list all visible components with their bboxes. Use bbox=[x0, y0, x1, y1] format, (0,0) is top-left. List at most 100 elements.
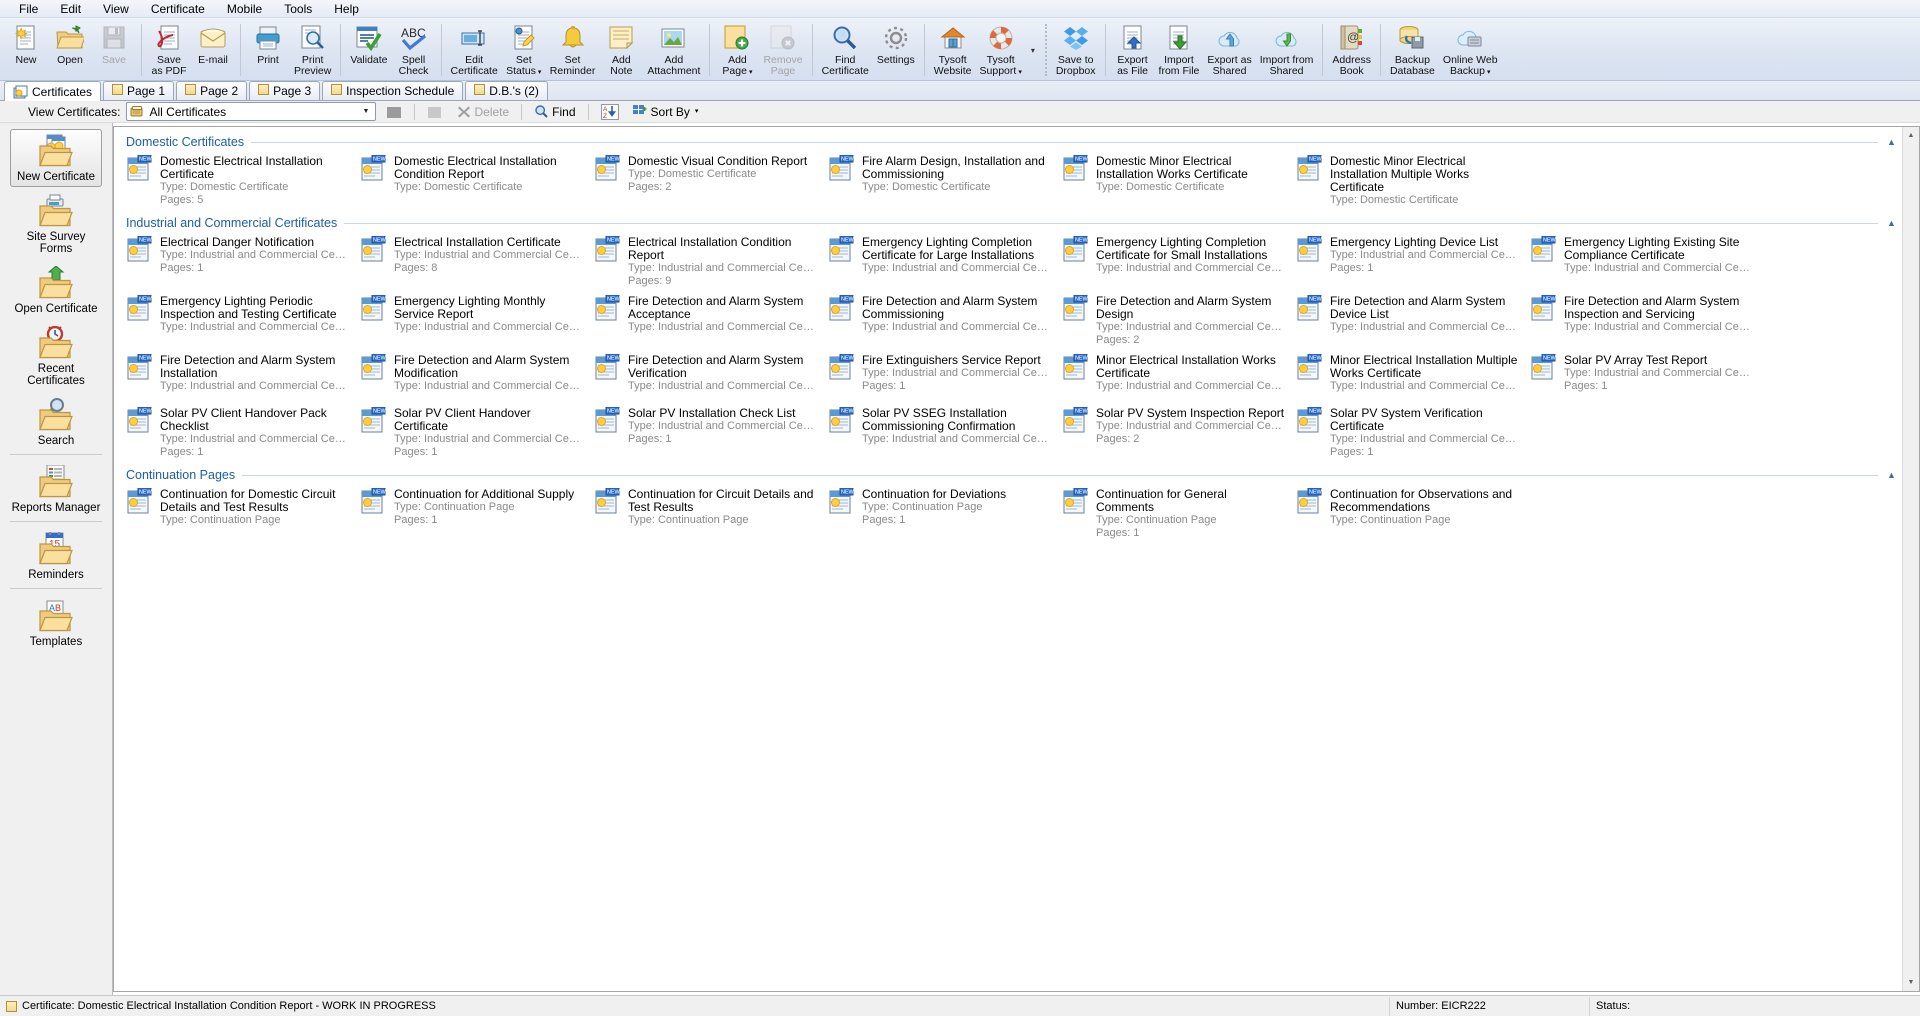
chevron-down-icon[interactable]: ▼ bbox=[358, 104, 373, 119]
toolbar-button-new[interactable]: New bbox=[4, 20, 48, 80]
chevron-down-icon[interactable]: ▾ bbox=[538, 69, 542, 76]
sidebar-item-search[interactable]: Search bbox=[10, 393, 102, 451]
toolbar-button-set-reminder[interactable]: Set Reminder bbox=[546, 20, 600, 80]
toolbar-button-export-as-file[interactable]: Export as File bbox=[1111, 20, 1155, 80]
chevron-down-icon[interactable]: ▾ bbox=[1487, 69, 1491, 76]
menu-item-help[interactable]: Help bbox=[323, 0, 370, 18]
toolbar-button-find-certificate[interactable]: Find Certificate bbox=[818, 20, 873, 80]
open-folder-button[interactable] bbox=[423, 102, 447, 122]
certificate-item[interactable]: NEW Fire Detection and Alarm System Accep… bbox=[588, 291, 822, 350]
toolbar-button-tysoft-website[interactable]: Tysoft Website bbox=[930, 20, 976, 80]
tab-page-1[interactable]: Page 1 bbox=[103, 81, 175, 100]
certificate-item[interactable]: NEW Continuation for Observations and Rec… bbox=[1290, 484, 1524, 543]
toolbar-button-open[interactable]: Open bbox=[48, 20, 92, 80]
new-folder-button[interactable] bbox=[382, 102, 406, 122]
toolbar-button-spell-check[interactable]: ABC Spell Check bbox=[392, 20, 436, 80]
certificate-item[interactable]: NEW Continuation for Circuit Details and … bbox=[588, 484, 822, 543]
certificate-item[interactable]: NEW Fire Detection and Alarm System Commi… bbox=[822, 291, 1056, 350]
toolbar-button-export-as-shared[interactable]: Export as Shared bbox=[1203, 20, 1255, 80]
scroll-down-button[interactable]: ▼ bbox=[1902, 974, 1919, 991]
certificate-item[interactable]: NEW Electrical Danger Notification Type: I… bbox=[120, 232, 354, 291]
tab-page-3[interactable]: Page 3 bbox=[249, 81, 321, 100]
toolbar-overflow-caret[interactable]: ▾ bbox=[1026, 20, 1040, 80]
certificate-item[interactable]: NEW Electrical Installation Condition Rep… bbox=[588, 232, 822, 291]
toolbar-button-import-from-shared[interactable]: Import from Shared bbox=[1256, 20, 1318, 80]
vertical-scrollbar[interactable]: ▲ ▼ bbox=[1902, 127, 1919, 991]
certificate-item[interactable]: NEW Solar PV Client Handover Certificate T… bbox=[354, 403, 588, 462]
certificate-item[interactable]: NEW Solar PV Installation Check List Type:… bbox=[588, 403, 822, 462]
menu-item-view[interactable]: View bbox=[92, 0, 140, 18]
certificate-item[interactable]: NEW Minor Electrical Installation Works C… bbox=[1056, 350, 1290, 403]
scroll-track[interactable] bbox=[1902, 144, 1919, 974]
toolbar-button-add-page[interactable]: Add Page ▾ bbox=[715, 20, 759, 80]
toolbar-button-add-note[interactable]: Add Note bbox=[599, 20, 643, 80]
certificate-item[interactable]: NEW Fire Detection and Alarm System Devic… bbox=[1290, 291, 1524, 350]
certificate-item[interactable]: NEW Solar PV Array Test Report Type: Indus… bbox=[1524, 350, 1758, 403]
certificate-item[interactable]: NEW Continuation for Additional Supply Typ… bbox=[354, 484, 588, 543]
toolbar-button-add-attachment[interactable]: Add Attachment bbox=[643, 20, 704, 80]
toolbar-button-tysoft-support[interactable]: Tysoft Support ▾ bbox=[976, 20, 1026, 80]
certificate-item[interactable]: NEW Domestic Visual Condition Report Type:… bbox=[588, 151, 822, 210]
menu-item-certificate[interactable]: Certificate bbox=[140, 0, 216, 18]
view-certificates-combo[interactable]: All Certificates ▼ bbox=[126, 102, 377, 121]
certificate-item[interactable]: NEW Emergency Lighting Completion Certifi… bbox=[1056, 232, 1290, 291]
certificate-item[interactable]: NEW Fire Detection and Alarm System Modif… bbox=[354, 350, 588, 403]
toolbar-button-edit-certificate[interactable]: Edit Certificate bbox=[447, 20, 502, 80]
toolbar-button-import-from-file[interactable]: Import from File bbox=[1155, 20, 1204, 80]
toolbar-button-print-preview[interactable]: Print Preview bbox=[290, 20, 335, 80]
tab-page-2[interactable]: Page 2 bbox=[176, 81, 248, 100]
delete-button[interactable]: Delete bbox=[453, 102, 513, 122]
toolbar-button-settings[interactable]: Settings bbox=[873, 20, 919, 80]
certificate-item[interactable]: NEW Solar PV System Inspection Report Type… bbox=[1056, 403, 1290, 462]
certificate-item[interactable]: NEW Domestic Minor Electrical Installatio… bbox=[1056, 151, 1290, 210]
certificate-item[interactable]: NEW Emergency Lighting Existing Site Comp… bbox=[1524, 232, 1758, 291]
certificate-item[interactable]: NEW Fire Detection and Alarm System Desig… bbox=[1056, 291, 1290, 350]
chevron-down-icon[interactable]: ▾ bbox=[749, 69, 753, 76]
menu-item-file[interactable]: File bbox=[8, 0, 49, 18]
certificate-item[interactable]: NEW Domestic Minor Electrical Installatio… bbox=[1290, 151, 1524, 210]
sidebar-item-templates[interactable]: A B Templates bbox=[10, 594, 102, 652]
sidebar-item-reminders[interactable]: 15 Reminders bbox=[10, 527, 102, 585]
sidebar-item-new-certificate[interactable]: New Certificate bbox=[10, 129, 102, 187]
menu-item-mobile[interactable]: Mobile bbox=[216, 0, 273, 18]
sidebar-item-recent-certificates[interactable]: Recent Certificates bbox=[10, 321, 102, 391]
tab-d-b-s-2-[interactable]: D.B.'s (2) bbox=[465, 81, 548, 100]
certificate-item[interactable]: NEW Fire Alarm Design, Installation and C… bbox=[822, 151, 1056, 210]
group-collapse-icon[interactable]: ▲ bbox=[1885, 217, 1898, 230]
toolbar-button-address-book[interactable]: @ Address Book bbox=[1328, 20, 1375, 80]
certificate-item[interactable]: NEW Fire Detection and Alarm System Verif… bbox=[588, 350, 822, 403]
certificate-item[interactable]: NEW Minor Electrical Installation Multipl… bbox=[1290, 350, 1524, 403]
certificate-item[interactable]: NEW Fire Detection and Alarm System Insta… bbox=[120, 350, 354, 403]
tab-inspection-schedule[interactable]: Inspection Schedule bbox=[322, 81, 464, 100]
certificate-item[interactable]: NEW Solar PV SSEG Installation Commission… bbox=[822, 403, 1056, 462]
toolbar-button-e-mail[interactable]: E-mail bbox=[191, 20, 235, 80]
tab-certificates[interactable]: Certificates bbox=[4, 81, 102, 101]
group-collapse-icon[interactable]: ▲ bbox=[1885, 469, 1898, 482]
certificate-item[interactable]: NEW Continuation for Domestic Circuit Det… bbox=[120, 484, 354, 543]
certificate-item[interactable]: NEW Solar PV Client Handover Pack Checkli… bbox=[120, 403, 354, 462]
toolbar-button-set-status[interactable]: Set Status ▾ bbox=[502, 20, 546, 80]
certificate-item[interactable]: NEW Solar PV System Verification Certific… bbox=[1290, 403, 1524, 462]
sort-by-button[interactable]: Sort By ▾ bbox=[629, 102, 703, 122]
certificate-item[interactable]: NEW Emergency Lighting Device List Type: I… bbox=[1290, 232, 1524, 291]
certificate-item[interactable]: NEW Emergency Lighting Completion Certifi… bbox=[822, 232, 1056, 291]
certificate-item[interactable]: NEW Fire Detection and Alarm System Inspe… bbox=[1524, 291, 1758, 350]
menu-item-tools[interactable]: Tools bbox=[273, 0, 323, 18]
toolbar-button-print[interactable]: Print bbox=[246, 20, 290, 80]
toolbar-button-save-to-dropbox[interactable]: Save to Dropbox bbox=[1052, 20, 1100, 80]
group-collapse-icon[interactable]: ▲ bbox=[1885, 136, 1898, 149]
sidebar-item-site-survey-forms[interactable]: Site Survey Forms bbox=[10, 189, 102, 259]
certificate-item[interactable]: NEW Fire Extinguishers Service Report Type… bbox=[822, 350, 1056, 403]
toolbar-button-backup-database[interactable]: Backup Database bbox=[1386, 20, 1439, 80]
certificate-item[interactable]: NEW Continuation for General Comments Type… bbox=[1056, 484, 1290, 543]
sidebar-item-open-certificate[interactable]: Open Certificate bbox=[10, 261, 102, 319]
certificate-item[interactable]: NEW Emergency Lighting Periodic Inspectio… bbox=[120, 291, 354, 350]
certificate-item[interactable]: NEW Continuation for Deviations Type: Cont… bbox=[822, 484, 1056, 543]
certificate-item[interactable]: NEW Emergency Lighting Monthly Service Re… bbox=[354, 291, 588, 350]
find-button[interactable]: Find bbox=[530, 102, 579, 122]
chevron-down-icon[interactable]: ▾ bbox=[1018, 69, 1022, 76]
toolbar-button-online-web-backup[interactable]: Online Web Backup ▾ bbox=[1439, 20, 1502, 80]
certificate-item[interactable]: NEW Electrical Installation Certificate Ty… bbox=[354, 232, 588, 291]
toolbar-button-save-as-pdf[interactable]: Save as PDF bbox=[147, 20, 191, 80]
sidebar-item-reports-manager[interactable]: Reports Manager bbox=[10, 460, 102, 518]
